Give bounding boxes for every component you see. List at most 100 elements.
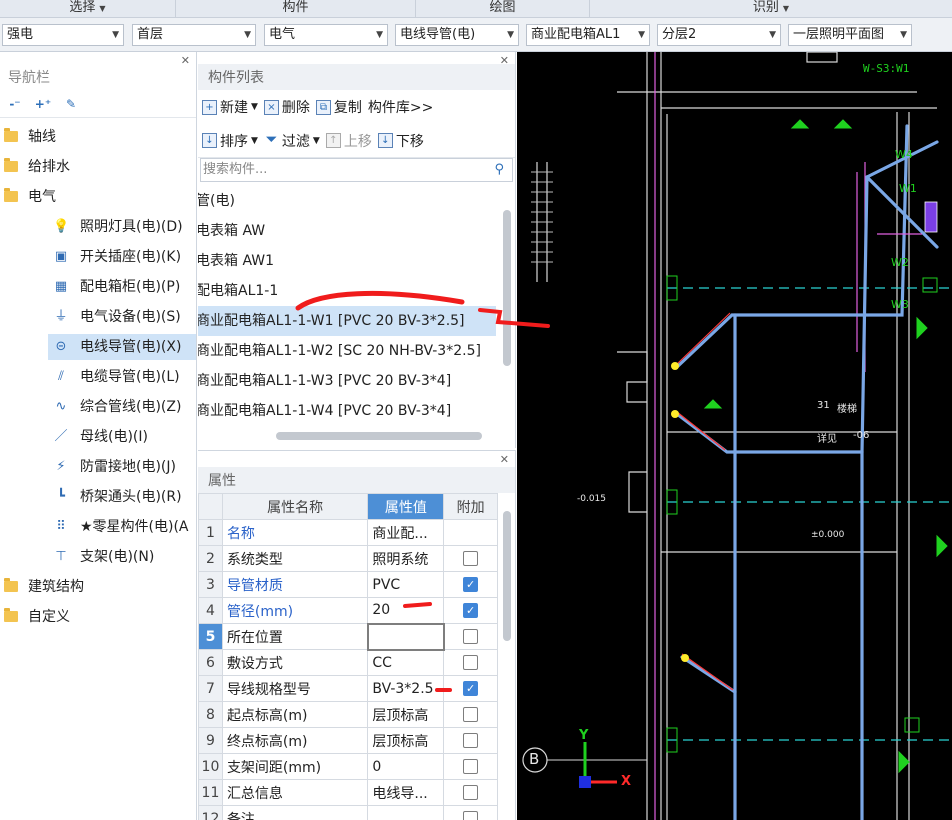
- checkbox[interactable]: [463, 785, 479, 800]
- delete-button[interactable]: × 删除: [263, 97, 310, 117]
- component-type-select[interactable]: 电线导管(电) ▼: [395, 24, 519, 46]
- checkbox[interactable]: [463, 655, 479, 670]
- tree-item[interactable]: ⠿ ★零星构件(电)(A: [0, 512, 196, 542]
- property-value-field[interactable]: 电线导...: [367, 779, 445, 806]
- lightning-icon: ⚡: [56, 459, 66, 474]
- checked-checkbox[interactable]: ✓: [463, 577, 479, 592]
- property-row[interactable]: 9 终点标高(m) 层顶标高: [198, 727, 498, 754]
- collapse-all-icon[interactable]: -⁻: [6, 96, 24, 112]
- checkbox[interactable]: [463, 759, 479, 774]
- tree-item[interactable]: ⚡ 防雷接地(电)(J): [0, 452, 196, 482]
- property-name: 备注: [221, 805, 369, 820]
- list-horizontal-scrollbar[interactable]: [276, 432, 482, 440]
- property-value-field[interactable]: 层顶标高: [367, 727, 445, 754]
- checked-checkbox[interactable]: ✓: [463, 681, 479, 696]
- component-select[interactable]: 商业配电箱AL1 ▼: [526, 24, 650, 46]
- property-value-field[interactable]: 层顶标高: [367, 701, 445, 728]
- property-row[interactable]: 8 起点标高(m) 层顶标高: [198, 701, 498, 728]
- property-value-field[interactable]: [367, 805, 445, 820]
- arrow-up-icon: ↑: [325, 133, 341, 148]
- property-row[interactable]: 6 敷设方式 CC: [198, 649, 498, 676]
- move-up-button[interactable]: ↑ 上移: [325, 131, 372, 151]
- checked-checkbox[interactable]: ✓: [463, 603, 479, 618]
- property-row[interactable]: 1 名称 商业配...: [198, 519, 498, 546]
- tree-item[interactable]: 建筑结构: [0, 572, 196, 602]
- move-down-button[interactable]: ↓ 下移: [377, 131, 424, 151]
- property-row[interactable]: 10 支架间距(mm) 0: [198, 753, 498, 780]
- checkbox[interactable]: [463, 811, 479, 820]
- tree-item[interactable]: ／ 母线(电)(I): [0, 422, 196, 452]
- property-row[interactable]: 2 系统类型 照明系统: [198, 545, 498, 572]
- tree-item[interactable]: 电气: [0, 182, 196, 212]
- tree-item[interactable]: 给排水: [0, 152, 196, 182]
- ribbon-group-component[interactable]: 构件: [176, 0, 416, 18]
- checkbox[interactable]: [463, 733, 479, 748]
- component-list-item[interactable]: 电表箱 AW: [198, 216, 496, 246]
- property-row[interactable]: 11 汇总信息 电线导...: [198, 779, 498, 806]
- property-name: 终点标高(m): [221, 727, 369, 754]
- expand-all-icon[interactable]: +⁺: [34, 96, 52, 112]
- checkbox[interactable]: [463, 551, 479, 566]
- tree-item[interactable]: ⊤ 支架(电)(N): [0, 542, 196, 572]
- sort-button[interactable]: ↓ 排序 ▼: [202, 131, 258, 151]
- copy-button[interactable]: ⧉ 复制: [315, 97, 362, 117]
- property-value-field[interactable]: 0: [367, 753, 445, 780]
- property-row-number: 4: [198, 597, 223, 624]
- tree-item[interactable]: 轴线: [0, 122, 196, 152]
- component-list-item[interactable]: 商业配电箱AL1-1-W3 [PVC 20 BV-3*4]: [198, 366, 496, 396]
- property-value-field[interactable]: BV-3*2.5: [367, 675, 445, 702]
- ribbon-group-select[interactable]: 选择 ▼: [0, 0, 176, 18]
- filter-button[interactable]: ⏷ 过滤 ▼: [264, 131, 319, 151]
- ribbon-group-recognize[interactable]: 识别 ▼: [590, 0, 952, 18]
- property-value-field[interactable]: CC: [367, 649, 445, 676]
- tree-item[interactable]: 💡 照明灯具(电)(D): [0, 212, 196, 242]
- tree-item[interactable]: 自定义: [0, 602, 196, 632]
- close-icon[interactable]: ✕: [500, 54, 509, 67]
- component-list-item[interactable]: 商业配电箱AL1-1-W1 [PVC 20 BV-3*2.5]: [198, 306, 496, 336]
- property-extra-cell: ✓: [443, 597, 498, 624]
- discipline-select[interactable]: 强电 ▼: [2, 24, 124, 46]
- drawing-select[interactable]: 一层照明平面图 ▼: [788, 24, 912, 46]
- component-list-item[interactable]: 电表箱 AW1: [198, 246, 496, 276]
- property-row[interactable]: 4 管径(mm) 20 ✓: [198, 597, 498, 624]
- checkbox[interactable]: [463, 629, 479, 644]
- property-value-field[interactable]: 商业配...: [367, 519, 445, 546]
- tree-item[interactable]: ∿ 综合管线(电)(Z): [0, 392, 196, 422]
- component-list-item[interactable]: 商业配电箱AL1-1-W4 [PVC 20 BV-3*4]: [198, 396, 496, 426]
- ribbon-group-draw[interactable]: 绘图: [416, 0, 590, 18]
- tree-item-label: 电线导管(电)(X): [80, 339, 182, 355]
- property-row[interactable]: 7 导线规格型号 BV-3*2.5 ✓: [198, 675, 498, 702]
- component-library-button[interactable]: 构件库>>: [368, 97, 433, 117]
- property-row[interactable]: 5 所在位置: [198, 622, 498, 651]
- close-icon[interactable]: ✕: [500, 453, 509, 466]
- edit-icon[interactable]: ✎: [62, 96, 80, 112]
- property-row[interactable]: 3 导管材质 PVC ✓: [198, 571, 498, 598]
- tree-item-label: 电缆导管(电)(L): [80, 369, 180, 385]
- checkbox[interactable]: [463, 707, 479, 722]
- close-icon[interactable]: ✕: [181, 54, 190, 67]
- tree-item[interactable]: ┗ 桥架通头(电)(R): [0, 482, 196, 512]
- search-icon[interactable]: ⚲: [494, 159, 504, 181]
- property-row[interactable]: 12 备注: [198, 805, 498, 820]
- layer-select[interactable]: 分层2 ▼: [657, 24, 781, 46]
- floor-select[interactable]: 首层 ▼: [132, 24, 256, 46]
- pipeline-icon: ∿: [55, 399, 67, 414]
- list-vertical-scrollbar[interactable]: [503, 210, 511, 366]
- tree-item[interactable]: ▦ 配电箱柜(电)(P): [0, 272, 196, 302]
- search-input[interactable]: 搜索构件... ⚲: [200, 158, 513, 182]
- category-select[interactable]: 电气 ▼: [264, 24, 388, 46]
- tree-item[interactable]: ⏚ 电气设备(电)(S): [0, 302, 196, 332]
- tree-item[interactable]: ⊝ 电线导管(电)(X): [0, 332, 196, 362]
- tree-item[interactable]: ▣ 开关插座(电)(K): [0, 242, 196, 272]
- property-value-field[interactable]: [366, 622, 445, 651]
- new-button[interactable]: + 新建 ▼: [202, 97, 258, 117]
- property-value-field[interactable]: 照明系统: [367, 545, 445, 572]
- properties-scrollbar[interactable]: [503, 511, 511, 641]
- property-value-field[interactable]: PVC: [367, 571, 445, 598]
- property-value-field[interactable]: 20: [367, 597, 445, 624]
- component-list-item[interactable]: 商业配电箱AL1-1-W2 [SC 20 NH-BV-3*2.5]: [198, 336, 496, 366]
- cad-drawing-canvas[interactable]: W-S3:W1 W4 W1 W2 W3 31 楼梯 详见 -06 -0.015 …: [517, 52, 952, 820]
- component-list-item[interactable]: 管(电): [198, 186, 496, 216]
- tree-item[interactable]: ⫽ 电缆导管(电)(L): [0, 362, 196, 392]
- component-list-item[interactable]: 配电箱AL1-1: [198, 276, 496, 306]
